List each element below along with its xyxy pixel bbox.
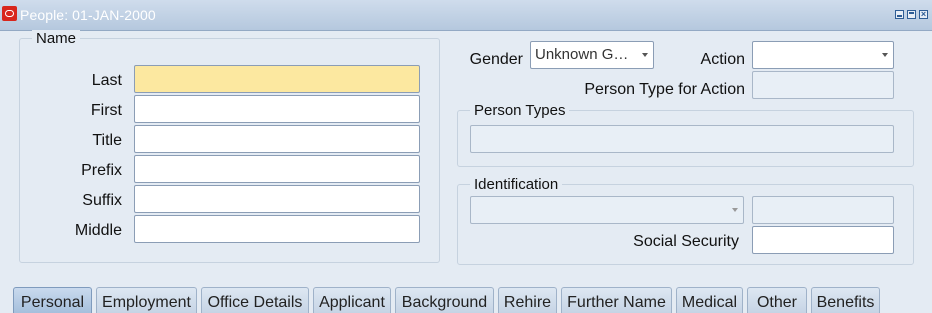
action-select[interactable]: [752, 41, 894, 69]
tab-medical[interactable]: Medical: [676, 287, 743, 313]
window-title: People: 01-JAN-2000: [20, 7, 156, 23]
tab-label: Other: [756, 294, 797, 311]
identification-number-field[interactable]: [752, 196, 894, 224]
identification-type-select[interactable]: [470, 196, 744, 224]
title-field[interactable]: [134, 125, 420, 153]
close-icon[interactable]: ×: [919, 10, 928, 19]
tab-benefits[interactable]: Benefits: [811, 287, 880, 313]
tab-rehire[interactable]: Rehire: [498, 287, 557, 313]
tab-label: Rehire: [503, 294, 552, 311]
last-name-field[interactable]: [134, 65, 420, 93]
chevron-down-icon: [732, 208, 738, 212]
social-security-field[interactable]: [752, 226, 894, 254]
title-label: Title: [92, 132, 122, 149]
middle-label: Middle: [74, 222, 122, 239]
first-label: First: [90, 102, 122, 119]
tab-label: Background: [401, 294, 488, 311]
gender-label: Gender: [469, 51, 523, 68]
tab-label: Further Name: [567, 294, 666, 311]
tab-further-name[interactable]: Further Name: [561, 287, 672, 313]
tab-label: Medical: [681, 294, 738, 311]
suffix-field[interactable]: [134, 185, 420, 213]
minimize-icon[interactable]: [895, 10, 904, 19]
tab-office-details[interactable]: Office Details: [201, 287, 309, 313]
oracle-app-icon: [2, 6, 17, 21]
prefix-label: Prefix: [81, 162, 122, 179]
prefix-field[interactable]: [134, 155, 420, 183]
middle-name-field[interactable]: [134, 215, 420, 243]
tab-label: Applicant: [319, 294, 385, 311]
tab-other[interactable]: Other: [747, 287, 807, 313]
tab-label: Benefits: [816, 294, 875, 311]
identification-group-title: Identification: [470, 176, 563, 193]
tab-label: Employment: [102, 294, 191, 311]
tab-background[interactable]: Background: [395, 287, 494, 313]
chevron-down-icon: [882, 53, 888, 57]
tab-label: Personal: [20, 294, 85, 311]
suffix-label: Suffix: [82, 192, 122, 209]
name-group-title: Name: [32, 30, 81, 47]
tab-personal[interactable]: Personal: [13, 287, 92, 313]
person-type-for-action-field[interactable]: [752, 71, 894, 99]
person-types-field[interactable]: [470, 125, 894, 153]
tab-applicant[interactable]: Applicant: [313, 287, 391, 313]
maximize-icon[interactable]: [907, 10, 916, 19]
tab-employment[interactable]: Employment: [96, 287, 197, 313]
person-types-group-title: Person Types: [470, 102, 570, 119]
tab-label: Office Details: [207, 294, 303, 311]
first-name-field[interactable]: [134, 95, 420, 123]
last-label: Last: [91, 72, 122, 89]
action-label: Action: [700, 51, 745, 68]
gender-select[interactable]: Unknown G…: [530, 41, 654, 69]
window-titlebar: People: 01-JAN-2000 ×: [0, 0, 932, 31]
person-type-for-action-label: Person Type for Action: [584, 81, 745, 98]
social-security-label: Social Security: [633, 233, 739, 250]
gender-value: Unknown G…: [535, 46, 629, 63]
chevron-down-icon: [642, 53, 648, 57]
